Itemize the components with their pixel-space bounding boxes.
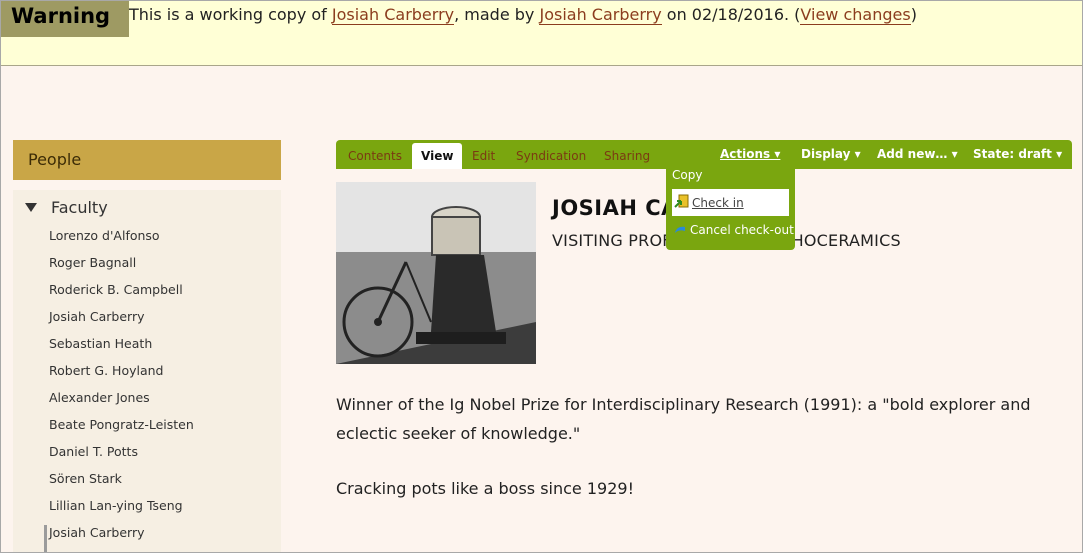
tab-edit[interactable]: Edit <box>472 149 495 163</box>
menu-item-cancel-checkout[interactable]: Cancel check-out <box>674 223 794 237</box>
people-list: Lorenzo d'Alfonso Roger Bagnall Roderick… <box>44 228 194 552</box>
tab-contents[interactable]: Contents <box>348 149 402 163</box>
warning-message: This is a working copy of Josiah Carberr… <box>129 5 917 25</box>
cancel-checkout-icon <box>675 226 685 233</box>
sidebar-person-item[interactable]: Robert G. Hoyland <box>49 363 194 390</box>
warning-bar: Warning This is a working copy of Josiah… <box>0 0 1083 66</box>
editor-link[interactable]: Josiah Carberry <box>539 5 662 25</box>
menu-item-check-in[interactable]: Check in <box>672 189 789 216</box>
tab-view[interactable]: View <box>412 143 463 169</box>
profile-name: JOSIAH CA <box>552 196 678 220</box>
profile-bio: Winner of the Ig Nobel Prize for Interdi… <box>336 390 1056 529</box>
sidebar-person-item[interactable]: Roderick B. Campbell <box>49 282 194 309</box>
sidebar-person-item[interactable]: Beate Pongratz-Leisten <box>49 417 194 444</box>
tab-sharing[interactable]: Sharing <box>604 149 650 163</box>
menu-item-copy[interactable]: Copy <box>672 168 702 182</box>
sidebar-person-item[interactable]: Daniel T. Potts <box>49 444 194 471</box>
sidebar-person-item[interactable]: Lillian Lan-ying Tseng <box>49 498 194 525</box>
profile-title-start: VISITING PROF <box>552 231 672 250</box>
display-menu-button[interactable]: Display ▾ <box>801 147 861 161</box>
sidebar-person-item[interactable]: Sören Stark <box>49 471 194 498</box>
actions-dropdown: Copy Check in Cancel check-out <box>666 165 795 250</box>
cancel-checkout-label: Cancel check-out <box>690 223 794 237</box>
tab-syndication[interactable]: Syndication <box>516 149 586 163</box>
sidebar-person-item[interactable]: Roger Bagnall <box>49 255 194 282</box>
add-new-menu-button[interactable]: Add new… ▾ <box>877 147 958 161</box>
sidebar-person-item[interactable]: Sebastian Heath <box>49 336 194 363</box>
bio-paragraph: Winner of the Ig Nobel Prize for Interdi… <box>336 395 1031 443</box>
author-link[interactable]: Josiah Carberry <box>331 5 455 25</box>
sidebar-header[interactable]: People <box>13 140 281 180</box>
faculty-section-toggle[interactable]: Faculty <box>25 198 108 217</box>
profile-photo <box>336 182 536 364</box>
sidebar-person-item[interactable]: Josiah Carberry <box>49 309 194 336</box>
warning-text-end: ) <box>910 5 917 24</box>
view-changes-link[interactable]: View changes <box>800 5 911 25</box>
warning-badge: Warning <box>1 1 129 37</box>
warning-text-before: This is a working copy of <box>129 5 332 24</box>
check-in-icon <box>674 194 689 208</box>
sidebar-person-item[interactable]: Lorenzo d'Alfonso <box>49 228 194 255</box>
triangle-down-icon <box>25 202 37 212</box>
check-in-label: Check in <box>692 196 744 210</box>
faculty-section-label: Faculty <box>51 198 108 217</box>
warning-text-date: on 02/18/2016. ( <box>661 5 801 24</box>
bio-paragraph: Cracking pots like a boss since 1929! <box>336 479 634 498</box>
warning-text-middle: , made by <box>454 5 540 24</box>
state-menu-button[interactable]: State: draft ▾ <box>973 147 1062 161</box>
profile-title-tail: HOCERAMICS <box>791 231 901 250</box>
sidebar-person-item[interactable]: Alexander Jones <box>49 390 194 417</box>
actions-menu-button[interactable]: Actions ▾ <box>720 147 780 161</box>
sidebar-person-item-current[interactable]: Josiah Carberry <box>44 525 194 552</box>
sidebar-people-nav: Faculty Lorenzo d'Alfonso Roger Bagnall … <box>13 190 281 553</box>
